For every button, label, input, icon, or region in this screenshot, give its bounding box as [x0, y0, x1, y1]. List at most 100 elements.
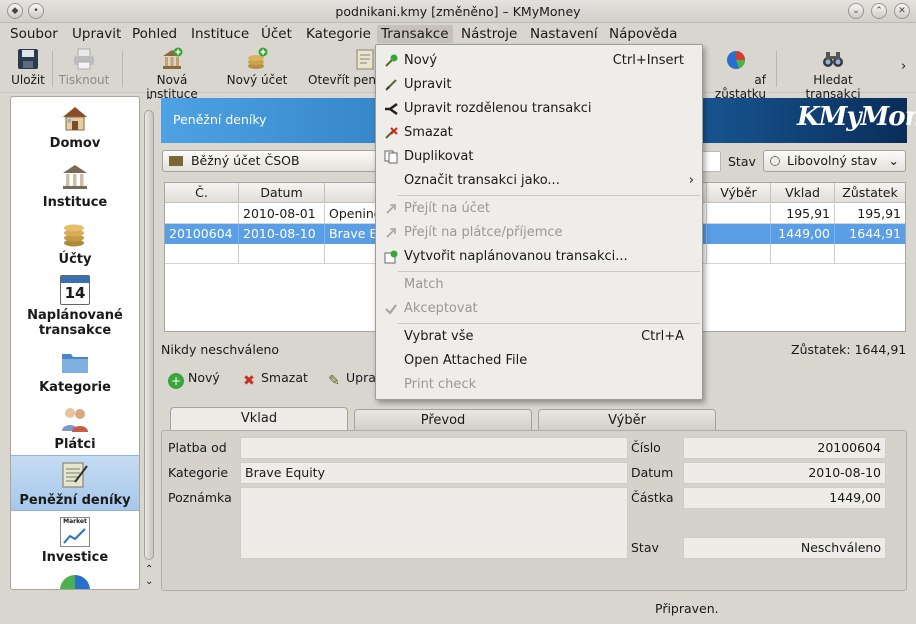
sidebar-item-label: Peněžní deníky: [19, 493, 131, 508]
menu-item-label: Nový: [404, 53, 438, 68]
toolbar-overflow-icon[interactable]: ›: [901, 59, 906, 74]
sidebar-item-ledgers[interactable]: Peněžní deníky: [11, 455, 139, 511]
menu-instituce[interactable]: Instituce: [187, 25, 253, 43]
sidebar-item-categories[interactable]: Kategorie: [11, 347, 139, 395]
sidebar-item-label: Kategorie: [39, 380, 111, 395]
column-header-date[interactable]: Datum: [239, 183, 325, 203]
close-icon[interactable]: ✕: [894, 3, 910, 19]
status-field[interactable]: Neschváleno: [683, 537, 886, 559]
tab-withdrawal[interactable]: Výběr: [538, 409, 716, 431]
tab-transfer[interactable]: Převod: [354, 409, 532, 431]
categories-icon: [62, 354, 88, 373]
menu-ucet[interactable]: Účet: [257, 25, 296, 43]
menu-item-label: Print check: [404, 377, 477, 392]
edit-transaction-button[interactable]: ✎ Upra: [326, 368, 376, 389]
date-field[interactable]: 2010-08-10: [683, 462, 886, 484]
number-label: Číslo: [631, 440, 661, 455]
maximize-icon[interactable]: ⌃: [871, 3, 887, 19]
memo-field[interactable]: [240, 487, 628, 559]
scroll-up-icon[interactable]: ⌃: [145, 96, 153, 107]
column-header-number[interactable]: Č.: [165, 183, 239, 203]
print-icon: [74, 48, 94, 70]
new-transaction-button[interactable]: + Nový: [168, 368, 220, 389]
reports-icon[interactable]: [60, 575, 90, 589]
title-bar: ◆ • podnikani.kmy [změněno] – KMyMoney ⌄…: [0, 0, 916, 23]
menu-item-goto-account[interactable]: Přejít na účet: [376, 197, 702, 221]
menu-item-select-all[interactable]: Vybrat vše Ctrl+A: [376, 325, 702, 349]
memo-label: Poznámka: [168, 490, 232, 505]
banner-title: Peněžní deníky: [173, 112, 267, 127]
menu-item-label: Vybrat vše: [404, 329, 474, 344]
cell-date: 2010-08-10: [239, 224, 325, 244]
scrollbar-thumb[interactable]: [144, 110, 154, 560]
category-field[interactable]: Brave Equity: [240, 462, 628, 484]
save-button[interactable]: Uložit: [10, 47, 46, 87]
delete-icon: ✖: [243, 373, 255, 389]
menu-item-create-schedule[interactable]: Vytvořit naplánovanou transakci...: [376, 245, 702, 269]
payee-label: Platba od: [168, 440, 227, 455]
ledger-icon: [62, 462, 88, 488]
sidebar-item-accounts[interactable]: Účty: [11, 219, 139, 267]
menu-item-open-attached-file[interactable]: Open Attached File: [376, 349, 702, 373]
category-label: Kategorie: [168, 465, 229, 480]
new-institution-button[interactable]: Nová instituce: [130, 47, 214, 101]
minimize-icon[interactable]: ⌄: [848, 3, 864, 19]
menu-item-delete[interactable]: Smazat: [376, 121, 702, 145]
sidebar-item-label: Investice: [41, 550, 109, 565]
new-account-label: Nový účet: [226, 73, 288, 87]
sidebar-item-home[interactable]: Domov: [11, 103, 139, 155]
check-icon: [385, 304, 397, 315]
menu-item-goto-payee[interactable]: Přejít na plátce/příjemce: [376, 221, 702, 245]
institution-icon: [63, 165, 87, 189]
kmymoney-logo: KMyMoney: [797, 102, 916, 132]
menu-napoveda[interactable]: Nápověda: [605, 25, 681, 43]
menu-soubor[interactable]: Soubor: [6, 25, 62, 43]
open-ledger-button[interactable]: Otevřít pen: [308, 47, 378, 87]
delete-transaction-button[interactable]: ✖ Smazat: [241, 368, 308, 389]
sidebar-item-payees[interactable]: Plátci: [11, 404, 139, 452]
print-button[interactable]: Tisknout: [58, 47, 110, 87]
payee-field[interactable]: [240, 437, 628, 459]
edit-transaction-label: Upra: [346, 370, 376, 385]
account-select[interactable]: Běžný účet ČSOB: [162, 150, 382, 172]
menu-item-label: Označit transakci jako...: [404, 173, 560, 188]
menu-nastaveni[interactable]: Nastavení: [526, 25, 602, 43]
menu-item-match[interactable]: Match: [376, 273, 702, 297]
scroll-up-icon[interactable]: ⌃: [145, 564, 153, 575]
menu-item-edit-split[interactable]: Upravit rozdělenou transakci: [376, 97, 702, 121]
menu-item-mark-as[interactable]: Označit transakci jako... ›: [376, 169, 702, 193]
menu-upravit[interactable]: Upravit: [68, 25, 125, 43]
column-header-balance[interactable]: Zůstatek: [835, 183, 905, 203]
menu-nastroje[interactable]: Nástroje: [457, 25, 521, 43]
column-header-withdrawal[interactable]: Výběr: [707, 183, 771, 203]
number-field[interactable]: 20100604: [683, 437, 886, 459]
new-account-button[interactable]: Nový účet: [226, 47, 288, 87]
menu-item-duplicate[interactable]: Duplikovat: [376, 145, 702, 169]
scroll-down-icon[interactable]: ⌄: [145, 576, 153, 587]
sidebar-item-institutions[interactable]: Instituce: [11, 162, 139, 210]
find-transaction-button[interactable]: Hledat transakci: [784, 47, 882, 101]
status-filter-select[interactable]: Libovolný stav ⌄: [763, 150, 906, 172]
cell-balance: 1644,91: [835, 224, 905, 244]
menu-item-print-check[interactable]: Print check: [376, 373, 702, 397]
delete-transaction-label: Smazat: [261, 370, 308, 385]
menu-item-accept[interactable]: Akceptovat: [376, 297, 702, 321]
market-badge: Market: [63, 518, 87, 525]
balance-chart-button[interactable]: af zůstatku: [700, 47, 766, 101]
menu-transakce[interactable]: Transakce: [377, 25, 453, 43]
column-header-deposit[interactable]: Vklad: [771, 183, 835, 203]
amount-field[interactable]: 1449,00: [683, 487, 886, 509]
cell-deposit: 195,91: [771, 204, 835, 224]
sidebar-scrollbar[interactable]: ⌃ ⌃ ⌄: [142, 96, 156, 590]
menu-pohled[interactable]: Pohled: [128, 25, 181, 43]
tab-deposit[interactable]: Vklad: [170, 407, 348, 431]
edit-icon: [385, 79, 397, 91]
menu-item-edit[interactable]: Upravit: [376, 73, 702, 97]
edit-icon: ✎: [328, 373, 340, 389]
menu-kategorie[interactable]: Kategorie: [302, 25, 375, 43]
account-icon: [169, 156, 183, 166]
print-label: Tisknout: [58, 73, 110, 87]
sidebar-item-schedules[interactable]: 14 Naplánované transakce: [11, 275, 139, 339]
sidebar-item-investments[interactable]: Market Investice: [11, 517, 139, 565]
menu-item-new[interactable]: Nový Ctrl+Insert: [376, 49, 702, 73]
